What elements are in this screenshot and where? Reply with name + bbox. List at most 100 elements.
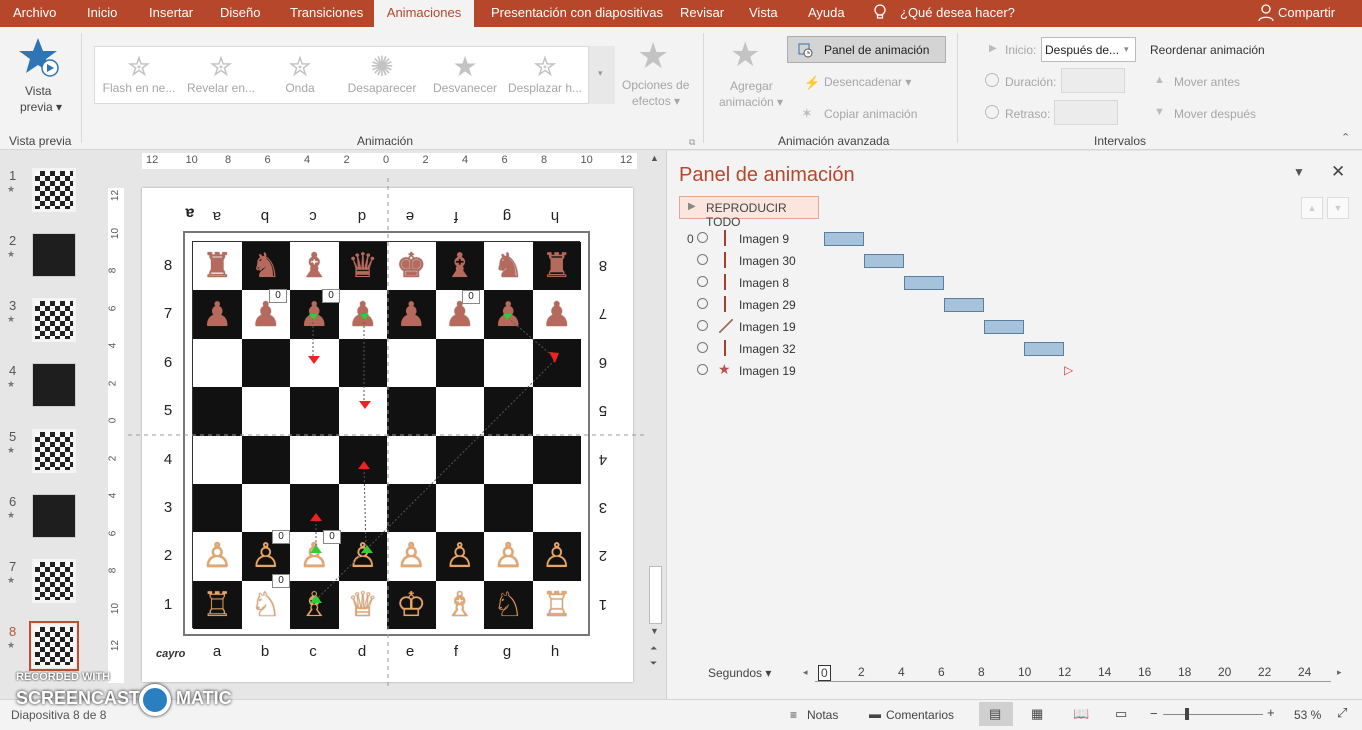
tab-archivo[interactable]: Archivo [13, 0, 56, 27]
board-square[interactable] [435, 387, 484, 436]
board-square[interactable] [387, 338, 436, 388]
tab-diseno[interactable]: Diseño [220, 0, 260, 27]
slide-thumbnail[interactable] [32, 429, 76, 473]
timing-bar[interactable] [944, 298, 984, 312]
board-square[interactable] [387, 435, 436, 484]
chess-piece[interactable]: ♙ [202, 539, 232, 573]
tab-presentacion[interactable]: Presentación con diapositivas [491, 0, 663, 27]
zoom-in-icon[interactable]: + [1267, 705, 1275, 720]
chessboard[interactable]: ♜ ♞ ♝ ♛ ♚ ♝ ♞ ♜ ♟ ♟ ♟ ♟ ♟ ♟ ♟ ♟ ♙ ♙ ♙ ♙ ♙ ♙ ♙ ♙ ♖ ♘ ♗ ♕ ♔ ♗ ♘ ♖ [192, 241, 581, 629]
animation-item[interactable]: Imagen 8 [667, 273, 1362, 295]
chess-piece[interactable]: ♙ [542, 539, 572, 573]
duration-input[interactable] [1061, 68, 1125, 93]
board-square[interactable] [241, 483, 290, 533]
board-square[interactable]: ♛ [338, 242, 387, 291]
chess-piece[interactable]: ♙ [251, 539, 281, 573]
play-all-button[interactable]: ▶ REPRODUCIR TODO [679, 196, 819, 229]
chess-piece[interactable]: ♝ [299, 249, 329, 283]
board-square[interactable] [241, 435, 290, 484]
chess-piece[interactable]: ♙ [445, 539, 475, 573]
board-square[interactable]: ♔ [387, 580, 436, 629]
tab-insertar[interactable]: Insertar [149, 0, 193, 27]
board-square[interactable] [193, 387, 242, 436]
tab-vista[interactable]: Vista [749, 0, 778, 27]
board-square[interactable] [338, 435, 387, 484]
pane-options-icon[interactable]: ▼ [1293, 165, 1305, 179]
slide-thumbnail[interactable] [32, 494, 76, 538]
chess-piece[interactable]: ♔ [396, 588, 426, 622]
chess-piece[interactable]: ♖ [542, 588, 572, 622]
move-earlier-button[interactable]: Mover antes [1174, 75, 1240, 89]
board-square[interactable] [532, 435, 581, 484]
board-square[interactable] [193, 435, 242, 484]
tab-animaciones[interactable]: Animaciones [374, 0, 474, 27]
board-square[interactable]: ♞ [241, 242, 290, 291]
slide-thumbnail[interactable] [32, 233, 76, 277]
board-square[interactable] [338, 483, 387, 533]
animation-item[interactable]: Imagen 19 [667, 317, 1362, 339]
board-square[interactable]: ♞ [484, 242, 533, 291]
start-select[interactable]: Después de... ▾ [1041, 37, 1136, 62]
collapse-ribbon-icon[interactable]: ⌃ [1341, 131, 1350, 144]
reading-view-icon[interactable]: 📖 [1073, 706, 1089, 722]
board-square[interactable]: ♙ [484, 532, 533, 581]
timing-bar[interactable] [1024, 342, 1064, 356]
animation-order-tag[interactable]: 0 [269, 289, 287, 303]
chess-piece[interactable]: ♟ [493, 298, 523, 332]
board-square[interactable]: ♗ [435, 580, 484, 629]
chess-piece[interactable]: ♘ [493, 588, 523, 622]
chess-piece[interactable]: ♙ [493, 539, 523, 573]
board-square[interactable] [290, 387, 339, 436]
slide-thumbnail[interactable] [32, 168, 76, 212]
prev-slide-icon[interactable]: ⏶ [650, 643, 657, 654]
board-square[interactable]: ♟ [387, 290, 436, 339]
gallery-item-flash[interactable]: ✮ Flash en ne... [97, 53, 181, 95]
dialog-launcher-icon[interactable]: ⧉ [689, 137, 695, 148]
fit-slide-icon[interactable]: ⤢ [1337, 705, 1347, 721]
animation-item[interactable]: 0 Imagen 9 [667, 229, 1362, 251]
timing-bar[interactable] [904, 276, 944, 290]
board-square[interactable]: ♙ [532, 532, 581, 581]
scroll-up-icon[interactable]: ▲ [650, 153, 659, 163]
board-square[interactable] [484, 338, 533, 388]
board-square[interactable] [241, 338, 290, 388]
board-square[interactable]: ♘ [484, 580, 533, 629]
board-square[interactable] [387, 387, 436, 436]
preview-label[interactable]: Vista [25, 84, 51, 98]
zoom-slider[interactable] [1163, 714, 1263, 715]
chess-piece[interactable]: ♖ [202, 588, 232, 622]
slide-thumbnail[interactable] [32, 298, 76, 342]
gallery-item-revelar[interactable]: ✮ Revelar en... [179, 53, 263, 95]
effect-options-star-icon[interactable]: ★ [637, 35, 669, 77]
board-square[interactable] [193, 338, 242, 388]
chess-piece[interactable]: ♞ [251, 249, 281, 283]
board-square[interactable]: ♟ [484, 290, 533, 339]
gallery-item-desvanecer[interactable]: ★ Desvanecer [423, 53, 507, 95]
chess-piece[interactable]: ♕ [348, 588, 378, 622]
share-button[interactable]: Compartir [1278, 0, 1335, 27]
board-square[interactable] [338, 387, 387, 436]
user-icon[interactable] [1258, 0, 1274, 27]
add-animation-label[interactable]: Agregar [730, 79, 773, 93]
slide-thumbnail[interactable] [29, 621, 79, 671]
zoom-slider-thumb[interactable] [1185, 708, 1189, 720]
chess-piece[interactable]: ♙ [299, 539, 329, 573]
chess-piece[interactable]: ♟ [396, 298, 426, 332]
board-square[interactable]: ♖ [532, 580, 581, 629]
chess-piece[interactable]: ♘ [251, 588, 281, 622]
trigger-dropdown[interactable]: Desencadenar ▾ [824, 75, 911, 89]
chess-piece[interactable]: ♙ [348, 539, 378, 573]
effect-options-label[interactable]: Opciones de [622, 78, 689, 92]
chess-piece[interactable]: ♜ [202, 249, 232, 283]
board-square[interactable]: ♚ [387, 242, 436, 291]
board-square[interactable] [532, 387, 581, 436]
tab-revisar[interactable]: Revisar [680, 0, 724, 27]
slideshow-icon[interactable]: ▭ [1115, 706, 1127, 722]
chess-piece[interactable]: ♜ [542, 249, 572, 283]
zoom-out-icon[interactable]: − [1150, 706, 1158, 721]
chess-piece[interactable]: ♙ [396, 539, 426, 573]
board-square[interactable] [484, 483, 533, 533]
board-square[interactable]: ♙ [435, 532, 484, 581]
chess-piece[interactable]: ♗ [445, 588, 475, 622]
chess-piece[interactable]: ♗ [299, 588, 329, 622]
